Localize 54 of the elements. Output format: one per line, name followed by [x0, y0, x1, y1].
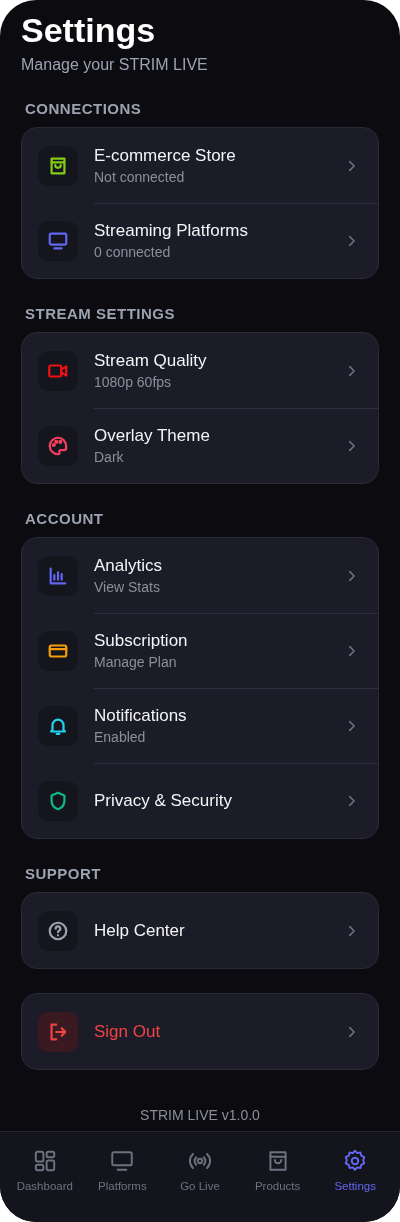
section-heading: STREAM SETTINGS [25, 305, 176, 322]
settings-row[interactable]: Subscription Manage Plan [22, 613, 378, 688]
chevron-right-icon [347, 438, 356, 453]
row-title: Notifications [94, 706, 188, 726]
row-subtitle: Dark [94, 449, 125, 465]
row-title: Privacy & Security [94, 790, 233, 811]
row-title: E-commerce Store [94, 146, 237, 166]
row-title: Analytics [94, 556, 164, 576]
settings-row[interactable]: Stream Quality 1080p 60fps [22, 333, 378, 408]
row-title: Stream Quality [94, 351, 208, 371]
row-subtitle: Not connected [94, 169, 186, 185]
nav-tab[interactable]: Dashboard [6, 1132, 84, 1222]
nav-label: Settings [334, 1180, 376, 1192]
chevron-right-icon [347, 718, 356, 733]
settings-row[interactable]: Privacy & Security [22, 763, 378, 838]
page-subtitle: Manage your STRIM LIVE [21, 56, 209, 74]
settings-row[interactable]: Help Center [22, 893, 378, 968]
row-subtitle: 0 connected [94, 244, 172, 260]
settings-row[interactable]: E-commerce Store Not connected [22, 128, 378, 203]
nav-label: Go Live [180, 1180, 220, 1192]
settings-row[interactable]: Analytics View Stats [22, 538, 378, 613]
row-title: Streaming Platforms [94, 221, 249, 241]
row-title: Help Center [94, 920, 186, 941]
chevron-right-icon [347, 643, 356, 658]
chevron-right-icon [347, 233, 356, 248]
settings-row[interactable]: Overlay Theme Dark [22, 408, 378, 483]
row-subtitle: Manage Plan [94, 654, 178, 670]
monitor-icon [109, 1148, 136, 1174]
row-title: Overlay Theme [94, 426, 211, 446]
nav-tab[interactable]: Platforms [83, 1132, 162, 1222]
version-label: STRIM LIVE v1.0.0 [139, 1107, 261, 1125]
section-heading: CONNECTIONS [25, 100, 143, 117]
settings-row[interactable]: Streaming Platforms 0 connected [22, 203, 378, 278]
chevron-right-icon [347, 1024, 356, 1039]
row-subtitle: 1080p 60fps [94, 374, 173, 390]
section-heading: ACCOUNT [25, 510, 105, 527]
chevron-right-icon [347, 158, 356, 173]
page-title: Settings [21, 10, 157, 50]
nav-tab[interactable]: Products [238, 1132, 317, 1222]
chevron-right-icon [347, 793, 356, 808]
settings-row[interactable]: Notifications Enabled [22, 688, 378, 763]
nav-tab[interactable]: Go Live [161, 1132, 239, 1222]
nav-tab[interactable]: Settings [316, 1132, 394, 1222]
section-heading: SUPPORT [25, 865, 102, 882]
row-subtitle: View Stats [94, 579, 161, 595]
nav-label: Products [254, 1180, 301, 1192]
row-subtitle: Enabled [94, 729, 147, 745]
chevron-right-icon [347, 363, 356, 378]
chevron-right-icon [347, 923, 356, 938]
nav-label: Platforms [98, 1180, 147, 1192]
row-title: Subscription [94, 631, 189, 651]
sign-out-button[interactable]: Sign Out [21, 993, 379, 1070]
nav-label: Dashboard [16, 1180, 73, 1192]
chevron-right-icon [347, 568, 356, 583]
